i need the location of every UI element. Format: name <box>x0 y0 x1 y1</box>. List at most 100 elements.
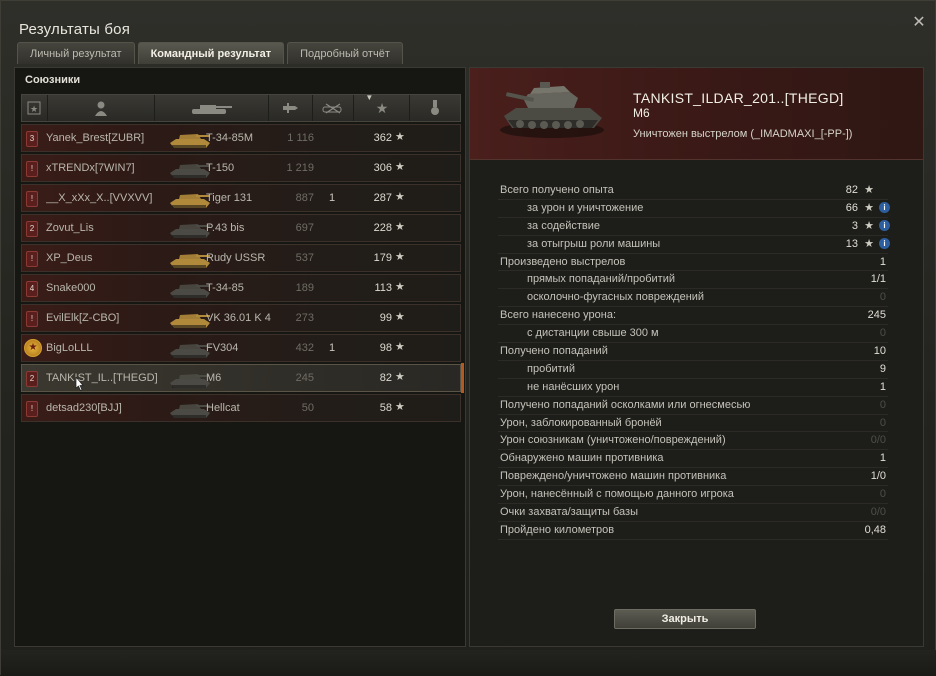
killed-by-text: Уничтожен выстрелом (_IMADMAXI_[-PP-]) <box>633 128 853 140</box>
xp-value: 306 <box>373 162 392 174</box>
stat-label: за отыгрыш роли машины <box>527 237 661 250</box>
destroyed-tank-icon[interactable] <box>313 95 355 121</box>
player-row[interactable]: ! xTRENDx[7WIN7] T-150 1 219 306 ★ <box>21 154 461 182</box>
stat-label: Произведено выстрелов <box>500 255 626 268</box>
allies-label: Союзники <box>25 74 81 86</box>
damage-value: 189 <box>295 282 314 294</box>
rank-badge-icon: ! <box>26 311 38 327</box>
stat-value: 1/0 <box>870 470 886 483</box>
xp-star-icon: ★ <box>395 281 405 293</box>
xp-star-icon: ★ <box>864 219 874 232</box>
stat-label: за урон и уничтожение <box>527 201 644 214</box>
player-name[interactable]: BigLoLLL <box>46 342 186 354</box>
stat-row: Пройдено километров 0,48 <box>498 522 888 540</box>
svg-text:★: ★ <box>376 101 389 115</box>
stat-value: 0/0 <box>870 506 886 519</box>
stat-row: Очки захвата/защиты базы 0/0 <box>498 504 888 522</box>
player-name[interactable]: Zovut_Lis <box>46 222 186 234</box>
damage-value: 887 <box>295 192 314 204</box>
tab-personal-result[interactable]: Личный результат <box>17 42 135 64</box>
rank-badge-icon: 4 <box>26 281 38 297</box>
tank-name: T-150 <box>206 162 235 174</box>
stat-value: 0 <box>879 327 886 340</box>
rank-badge-icon: ! <box>26 401 38 417</box>
info-icon[interactable]: i <box>879 237 890 249</box>
xp-star-icon: ★ <box>395 251 405 263</box>
xp-star-icon: ★ <box>395 161 405 173</box>
player-name[interactable]: EvilElk[Z-CBO] <box>46 312 186 324</box>
player-row[interactable]: ! EvilElk[Z-CBO] VK 36.01 K 4 273 99 ★ <box>21 304 461 332</box>
tank-name: P.43 bis <box>206 222 245 234</box>
xp-value: 287 <box>373 192 392 204</box>
damage-value: 50 <box>301 402 314 414</box>
player-row[interactable]: 3 Yanek_Brest[ZUBR] T-34-85M 1 116 362 ★ <box>21 124 461 152</box>
player-name[interactable]: XP_Deus <box>46 252 186 264</box>
xp-value: 228 <box>373 222 392 234</box>
stat-row: Урон союзникам (уничтожено/повреждений) 0… <box>498 432 888 451</box>
stat-value: 0 <box>879 291 886 304</box>
close-button[interactable]: Закрыть <box>614 609 756 629</box>
player-name[interactable]: Snake000 <box>46 282 186 294</box>
stat-label: Получено попаданий <box>500 345 608 358</box>
player-row[interactable]: 4 Snake000 T-34-85 189 113 ★ <box>21 274 461 302</box>
kills-value: 1 <box>328 192 336 204</box>
player-name: TANKIST_ILDAR_201..[THEGD] <box>633 90 844 106</box>
allies-list: 3 Yanek_Brest[ZUBR] T-34-85M 1 116 362 ★! xTRE… <box>21 124 464 424</box>
xp-value: 362 <box>373 132 392 144</box>
rank-star-icon[interactable]: ★ <box>22 95 48 121</box>
damage-value: 432 <box>295 342 314 354</box>
tank-name: VK 36.01 K 4 <box>206 312 271 324</box>
player-name[interactable]: detsad230[BJJ] <box>46 402 186 414</box>
tab-detailed-report[interactable]: Подробный отчёт <box>287 42 403 64</box>
player-name[interactable]: xTRENDx[7WIN7] <box>46 162 186 174</box>
player-name[interactable]: TANKIST_IL..[THEGD] <box>46 372 186 384</box>
player-row[interactable]: ! __X_xXx_X..[VVXVV] Tiger 131 887 1 287 ★ <box>21 184 461 212</box>
stat-value: 10 <box>873 345 886 358</box>
stat-value: 1 <box>879 380 886 393</box>
stat-value: 0 <box>879 416 886 429</box>
experience-star-icon[interactable]: ▼ ★ <box>354 93 411 121</box>
player-row[interactable]: ! XP_Deus Rudy USSR 537 179 ★ <box>21 244 461 272</box>
stat-value: 0 <box>879 488 886 501</box>
medal-icon[interactable] <box>410 95 460 121</box>
player-row[interactable]: 2 TANKIST_IL..[THEGD] M6 245 82 ★ <box>21 363 464 393</box>
stat-row: Произведено выстрелов 1 <box>498 254 888 272</box>
player-row[interactable]: 2 Zovut_Lis P.43 bis 697 228 ★ <box>21 214 461 242</box>
xp-star-icon: ★ <box>395 311 405 323</box>
tank-name: T-34-85 <box>206 282 244 294</box>
stat-label: Получено попаданий осколками или огнесме… <box>500 398 751 411</box>
damage-value: 537 <box>295 252 314 264</box>
player-row[interactable]: ★ BigLoLLL FV304 432 1 98 ★ <box>21 334 461 362</box>
battle-results-window: Результаты боя ✕ Личный результат Команд… <box>0 0 936 676</box>
player-name[interactable]: __X_xXx_X..[VVXVV] <box>46 192 186 204</box>
allies-panel: Союзники ★ ▼ ★ 3Yanek_Brest[ZUBR] T-34-8… <box>14 67 466 647</box>
stat-value: 9 <box>879 362 886 375</box>
stat-label: осколочно-фугасных повреждений <box>527 291 705 304</box>
stat-label: Урон союзникам (уничтожено/повреждений) <box>500 434 726 447</box>
player-name[interactable]: Yanek_Brest[ZUBR] <box>46 132 186 144</box>
stat-label: Обнаружено машин противника <box>500 452 664 465</box>
tank-name: M6 <box>206 372 222 384</box>
damage-shell-icon[interactable] <box>269 95 313 121</box>
stat-label: Пройдено километров <box>500 523 615 536</box>
damage-value: 245 <box>295 372 314 384</box>
tank-name: T-34-85M <box>206 132 254 144</box>
rank-badge-icon: ! <box>26 251 38 267</box>
player-row[interactable]: ! detsad230[BJJ] Hellcat 50 58 ★ <box>21 394 461 422</box>
close-window-icon[interactable]: ✕ <box>911 15 927 31</box>
tank-silhouette-icon[interactable] <box>155 95 269 121</box>
info-icon[interactable]: i <box>879 219 890 231</box>
info-icon[interactable]: i <box>879 201 890 213</box>
xp-star-icon: ★ <box>864 201 874 214</box>
stat-label: за содействие <box>527 219 601 232</box>
stat-row: за отыгрыш роли машины 13 ★ i <box>498 236 890 254</box>
stat-label: Всего нанесено урона: <box>500 309 617 322</box>
stat-value: 0,48 <box>864 523 886 536</box>
tab-bar: Личный результат Командный результат Под… <box>17 42 403 64</box>
rank-badge-icon: 3 <box>26 131 38 147</box>
stat-value: 1 <box>879 255 886 268</box>
player-silhouette-icon[interactable] <box>48 95 156 121</box>
tab-team-result[interactable]: Командный результат <box>137 42 285 64</box>
xp-star-icon: ★ <box>395 341 405 353</box>
stats-table: Всего получено опыта 82 ★ за урон и уничтож… <box>498 182 890 540</box>
